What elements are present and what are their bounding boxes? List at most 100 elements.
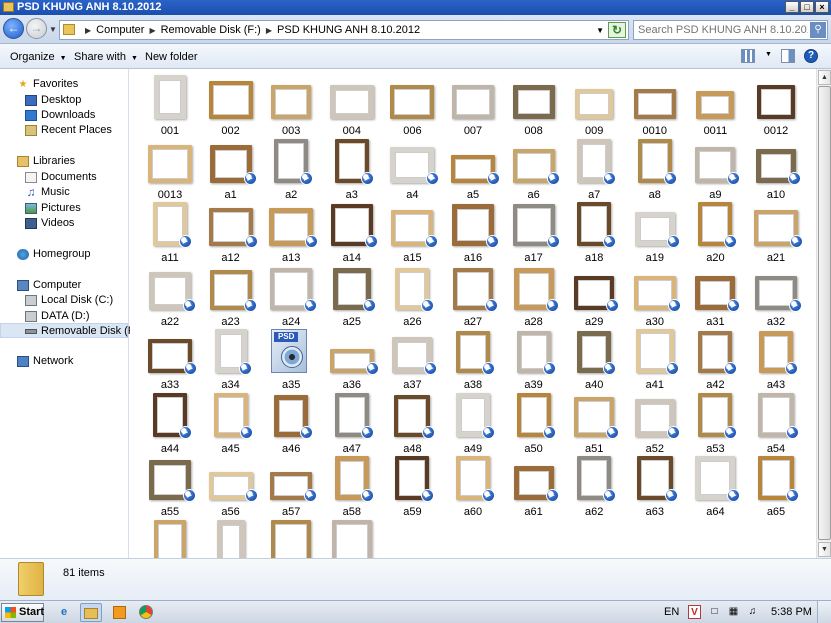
file-item-a35[interactable]: PSD a35	[262, 327, 320, 391]
file-item-a29[interactable]: ▶ a29	[565, 264, 623, 328]
breadcrumb-current-folder[interactable]: PSD KHUNG ANH 8.10.2012	[277, 24, 420, 36]
file-item-a42[interactable]: ▶ a42	[686, 327, 744, 391]
file-item-a59[interactable]: ▶ a59	[383, 454, 441, 518]
file-item-a58[interactable]: ▶ a58	[323, 454, 381, 518]
chevron-right-icon[interactable]: ▶	[149, 26, 155, 35]
file-item-a25[interactable]: ▶ a25	[323, 264, 381, 328]
nav-desktop[interactable]: Desktop	[0, 93, 128, 108]
file-item[interactable]	[202, 518, 260, 558]
breadcrumb-removable-disk[interactable]: Removable Disk (F:)	[161, 24, 261, 36]
recent-pages-dropdown[interactable]: ▼	[49, 25, 57, 34]
search-icon[interactable]: ⚲	[810, 22, 826, 38]
file-item-a65[interactable]: ▶ a65	[747, 454, 805, 518]
new-folder-button[interactable]: New folder	[145, 51, 198, 63]
file-item-a15[interactable]: ▶ a15	[383, 200, 441, 264]
search-input[interactable]	[638, 24, 808, 36]
file-item-009[interactable]: 009	[565, 73, 623, 137]
file-item-007[interactable]: 007	[444, 73, 502, 137]
file-item-a18[interactable]: ▶ a18	[565, 200, 623, 264]
windows-explorer-icon[interactable]	[80, 603, 102, 622]
close-button[interactable]: ×	[815, 1, 829, 13]
chevron-right-icon[interactable]: ▶	[266, 26, 272, 35]
nav-removable-disk[interactable]: Removable Disk (F:)	[0, 323, 141, 338]
file-item-a14[interactable]: ▶ a14	[323, 200, 381, 264]
start-button[interactable]: Start	[1, 603, 44, 622]
file-item-a6[interactable]: ▶ a6	[505, 137, 563, 201]
scrollbar-thumb[interactable]	[818, 86, 831, 540]
file-item-a4[interactable]: ▶ a4	[383, 137, 441, 201]
clock[interactable]: 5:38 PM	[771, 606, 812, 618]
nav-libraries[interactable]: Libraries	[0, 154, 128, 169]
file-item-a41[interactable]: ▶ a41	[626, 327, 684, 391]
file-item-a50[interactable]: ▶ a50	[505, 391, 563, 455]
media-player-icon[interactable]	[108, 603, 130, 622]
file-item-a57[interactable]: ▶ a57	[262, 454, 320, 518]
address-bar[interactable]: ▶ Computer ▶ Removable Disk (F:) ▶ PSD K…	[59, 20, 629, 40]
file-item-a5[interactable]: ▶ a5	[444, 137, 502, 201]
file-item-004[interactable]: 004	[323, 73, 381, 137]
refresh-button[interactable]: ↻	[608, 22, 626, 38]
file-item-a16[interactable]: ▶ a16	[444, 200, 502, 264]
file-item-008[interactable]: 008	[505, 73, 563, 137]
file-item-a20[interactable]: ▶ a20	[686, 200, 744, 264]
file-item-a24[interactable]: ▶ a24	[262, 264, 320, 328]
file-item-a43[interactable]: ▶ a43	[747, 327, 805, 391]
file-item-a7[interactable]: ▶ a7	[565, 137, 623, 201]
file-item-a11[interactable]: ▶ a11	[141, 200, 199, 264]
file-item-a36[interactable]: ▶ a36	[323, 327, 381, 391]
file-item-a51[interactable]: ▶ a51	[565, 391, 623, 455]
antivirus-icon[interactable]: V	[688, 605, 701, 619]
file-item-a60[interactable]: ▶ a60	[444, 454, 502, 518]
nav-music[interactable]: ♫ Music	[0, 185, 128, 200]
nav-data-disk[interactable]: DATA (D:)	[0, 309, 128, 324]
file-item-a22[interactable]: ▶ a22	[141, 264, 199, 328]
minimize-button[interactable]: _	[785, 1, 799, 13]
file-item-a62[interactable]: ▶ a62	[565, 454, 623, 518]
file-item-a26[interactable]: ▶ a26	[383, 264, 441, 328]
file-item-a31[interactable]: ▶ a31	[686, 264, 744, 328]
file-item-a39[interactable]: ▶ a39	[505, 327, 563, 391]
file-item-a61[interactable]: ▶ a61	[505, 454, 563, 518]
file-item-a46[interactable]: ▶ a46	[262, 391, 320, 455]
file-item-a34[interactable]: ▶ a34	[202, 327, 260, 391]
file-item-0010[interactable]: 0010	[626, 73, 684, 137]
file-item-a38[interactable]: ▶ a38	[444, 327, 502, 391]
maximize-button[interactable]: □	[800, 1, 814, 13]
file-item-0011[interactable]: 0011	[686, 73, 744, 137]
file-item-a12[interactable]: ▶ a12	[202, 200, 260, 264]
file-item-a27[interactable]: ▶ a27	[444, 264, 502, 328]
file-item-a8[interactable]: ▶ a8	[626, 137, 684, 201]
chevron-right-icon[interactable]: ▶	[85, 26, 91, 35]
file-item-a21[interactable]: ▶ a21	[747, 200, 805, 264]
file-item-a48[interactable]: ▶ a48	[383, 391, 441, 455]
file-item-a13[interactable]: ▶ a13	[262, 200, 320, 264]
file-item-002[interactable]: 002	[202, 73, 260, 137]
nav-computer[interactable]: Computer	[0, 278, 128, 293]
file-item-a49[interactable]: ▶ a49	[444, 391, 502, 455]
nav-documents[interactable]: Documents	[0, 170, 128, 185]
file-item-a55[interactable]: ▶ a55	[141, 454, 199, 518]
file-item[interactable]	[141, 518, 199, 558]
organize-menu[interactable]: Organize ▼	[10, 51, 67, 63]
nav-local-disk[interactable]: Local Disk (C:)	[0, 293, 128, 308]
preview-pane-icon[interactable]	[781, 49, 795, 63]
file-item-a44[interactable]: ▶ a44	[141, 391, 199, 455]
file-item-001[interactable]: 001	[141, 73, 199, 137]
file-item-a28[interactable]: ▶ a28	[505, 264, 563, 328]
file-item-a30[interactable]: ▶ a30	[626, 264, 684, 328]
file-item-a2[interactable]: ▶ a2	[262, 137, 320, 201]
file-item-a10[interactable]: ▶ a10	[747, 137, 805, 201]
forward-button[interactable]: →	[26, 18, 47, 39]
chrome-icon[interactable]	[135, 603, 157, 622]
file-item-a17[interactable]: ▶ a17	[505, 200, 563, 264]
file-item[interactable]	[323, 518, 381, 558]
file-item-a40[interactable]: ▶ a40	[565, 327, 623, 391]
file-item-0013[interactable]: 0013	[141, 137, 199, 201]
share-with-menu[interactable]: Share with ▼	[74, 51, 138, 63]
file-item-a37[interactable]: ▶ a37	[383, 327, 441, 391]
file-item-a32[interactable]: ▶ a32	[747, 264, 805, 328]
file-item-a56[interactable]: ▶ a56	[202, 454, 260, 518]
nav-videos[interactable]: Videos	[0, 216, 128, 231]
scroll-down-button[interactable]: ▼	[818, 542, 831, 557]
file-item-a33[interactable]: ▶ a33	[141, 327, 199, 391]
